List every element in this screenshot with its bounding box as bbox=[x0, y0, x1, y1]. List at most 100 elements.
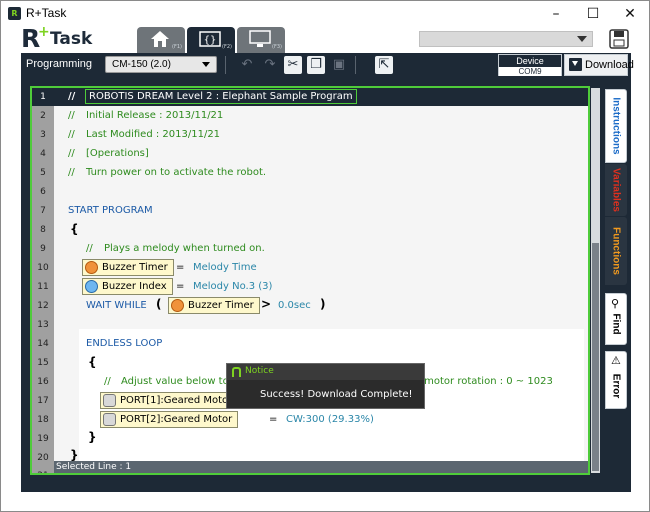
home-icon bbox=[151, 31, 169, 47]
notice-header: Notice bbox=[227, 364, 424, 380]
greater-than-operator: > bbox=[261, 297, 272, 311]
assign-operator: = bbox=[176, 262, 185, 273]
line-number[interactable]: 16 bbox=[32, 373, 54, 391]
comment-marker: // bbox=[68, 110, 75, 121]
paste-icon[interactable]: ▣ bbox=[330, 56, 348, 74]
open-paren: ( bbox=[156, 297, 162, 311]
scrollbar-thumb[interactable] bbox=[592, 243, 599, 471]
line-number[interactable]: 6 bbox=[32, 183, 54, 201]
port1-motor-block[interactable]: PORT[1]:Geared Motor bbox=[100, 392, 239, 409]
device-button[interactable]: Device COM9 bbox=[498, 54, 562, 76]
download-icon bbox=[569, 58, 582, 71]
title-comment[interactable]: ROBOTIS DREAM Level 2 : Elephant Sample … bbox=[85, 89, 357, 104]
download-button[interactable]: Download bbox=[564, 54, 634, 76]
port-select[interactable] bbox=[419, 31, 593, 47]
tab-programming[interactable]: {} (F2) bbox=[187, 27, 235, 53]
monitor-icon bbox=[249, 30, 271, 47]
assign-operator: = bbox=[176, 281, 185, 292]
line-number[interactable]: 21 bbox=[32, 467, 54, 473]
comment-line-3[interactable]: Last Modified : 2013/11/21 bbox=[86, 128, 220, 142]
line-number[interactable]: 20 bbox=[32, 449, 54, 467]
buzzer-timer-block[interactable]: Buzzer Timer bbox=[82, 259, 174, 276]
start-program-keyword[interactable]: START PROGRAM bbox=[68, 204, 153, 218]
app-window: R R+Task – ☐ ✕ R + Task (F1) {} (F2) (F3… bbox=[0, 0, 650, 512]
window-title: R+Task bbox=[26, 6, 67, 20]
device-port: COM9 bbox=[499, 67, 561, 76]
port2-motor-block[interactable]: PORT[2]:Geared Motor bbox=[100, 411, 239, 428]
title-bar: R R+Task – ☐ ✕ bbox=[1, 1, 649, 27]
tab-instructions[interactable]: Instructions bbox=[605, 89, 627, 163]
open-brace[interactable]: { bbox=[70, 222, 79, 236]
controller-select[interactable]: CM-150 (2.0) bbox=[105, 56, 217, 73]
line-number[interactable]: 3 bbox=[32, 126, 54, 144]
assign-operator: = bbox=[269, 414, 278, 425]
chevron-down-icon bbox=[202, 62, 210, 67]
programming-label: Programming bbox=[26, 58, 93, 70]
line-number[interactable]: 2 bbox=[32, 107, 54, 125]
close-button[interactable]: ✕ bbox=[612, 1, 648, 27]
code-editor[interactable]: 1 2 3 4 5 6 7 8 9 10 11 12 13 14 15 16 1… bbox=[30, 86, 590, 475]
wait-while-keyword[interactable]: WAIT WHILE bbox=[86, 299, 147, 313]
line-number[interactable]: 12 bbox=[32, 297, 54, 315]
line-number[interactable]: 15 bbox=[32, 354, 54, 372]
svg-text:{}: {} bbox=[204, 35, 217, 46]
music-note-icon bbox=[85, 280, 98, 293]
line-number[interactable]: 5 bbox=[32, 164, 54, 182]
line-number[interactable]: 4 bbox=[32, 145, 54, 163]
line-number[interactable]: 8 bbox=[32, 221, 54, 239]
comment-line-2[interactable]: Initial Release : 2013/11/21 bbox=[86, 109, 223, 123]
warning-icon: ⚠ bbox=[611, 354, 621, 367]
buzzer-timer-block[interactable]: Buzzer Timer bbox=[168, 297, 260, 314]
status-bar: Selected Line : 1 bbox=[54, 461, 588, 473]
comment-marker: // bbox=[86, 243, 93, 254]
close-brace[interactable]: } bbox=[70, 448, 79, 462]
comment-line-4[interactable]: [Operations] bbox=[86, 147, 149, 161]
line-number[interactable]: 7 bbox=[32, 202, 54, 220]
tab-find[interactable]: ⚲ Find bbox=[605, 293, 627, 345]
minimize-button[interactable]: – bbox=[538, 1, 574, 27]
melody-time-value[interactable]: Melody Time bbox=[193, 261, 257, 275]
melody-number-value[interactable]: Melody No.3 (3) bbox=[193, 280, 272, 294]
rtask-logo: R + Task bbox=[21, 24, 93, 53]
app-icon: R bbox=[8, 7, 21, 20]
editor-scrollbar[interactable] bbox=[591, 88, 600, 473]
line-number[interactable]: 11 bbox=[32, 278, 54, 296]
wait-time-value[interactable]: 0.0sec bbox=[278, 299, 311, 313]
tab-functions[interactable]: Functions bbox=[605, 217, 627, 285]
buzzer-icon bbox=[85, 261, 98, 274]
line-number[interactable]: 10 bbox=[32, 259, 54, 277]
open-brace[interactable]: { bbox=[88, 355, 97, 369]
redo-icon[interactable]: ↷ bbox=[261, 56, 279, 74]
line-number[interactable]: 17 bbox=[32, 392, 54, 410]
cut-icon[interactable]: ✂ bbox=[284, 56, 302, 74]
tab-monitor[interactable]: (F3) bbox=[237, 27, 285, 53]
comment-marker: // bbox=[68, 91, 76, 102]
tab-variables[interactable]: Variables bbox=[605, 164, 627, 216]
endless-loop-keyword[interactable]: ENDLESS LOOP bbox=[86, 337, 162, 351]
close-brace[interactable]: } bbox=[88, 430, 97, 444]
comment-line-5[interactable]: Turn power on to activate the robot. bbox=[86, 166, 266, 180]
notice-toast: Notice Success! Download Complete! bbox=[226, 363, 425, 409]
line-number[interactable]: 1 bbox=[32, 88, 54, 106]
line-number[interactable]: 9 bbox=[32, 240, 54, 258]
line-number[interactable]: 19 bbox=[32, 430, 54, 448]
tab-home[interactable]: (F1) bbox=[137, 27, 185, 53]
export-icon[interactable]: ⇱ bbox=[375, 56, 393, 74]
comment-line-9[interactable]: Plays a melody when turned on. bbox=[104, 242, 265, 256]
close-paren: ) bbox=[320, 297, 326, 311]
undo-icon[interactable]: ↶ bbox=[238, 56, 256, 74]
save-icon[interactable] bbox=[608, 28, 630, 50]
line-number[interactable]: 13 bbox=[32, 316, 54, 334]
copy-icon[interactable]: ❐ bbox=[307, 56, 325, 74]
line-gutter: 1 2 3 4 5 6 7 8 9 10 11 12 13 14 15 16 1… bbox=[32, 88, 54, 473]
buzzer-index-block[interactable]: Buzzer Index bbox=[82, 278, 173, 295]
comment-marker: // bbox=[68, 167, 75, 178]
port2-value[interactable]: CW:300 (29.33%) bbox=[286, 413, 374, 427]
search-icon: ⚲ bbox=[611, 297, 620, 310]
tab-error[interactable]: ⚠ Error bbox=[605, 351, 627, 409]
line-number[interactable]: 14 bbox=[32, 335, 54, 353]
comment-marker: // bbox=[104, 376, 111, 387]
maximize-button[interactable]: ☐ bbox=[575, 1, 611, 27]
toolbar-divider bbox=[355, 56, 356, 74]
line-number[interactable]: 18 bbox=[32, 411, 54, 429]
